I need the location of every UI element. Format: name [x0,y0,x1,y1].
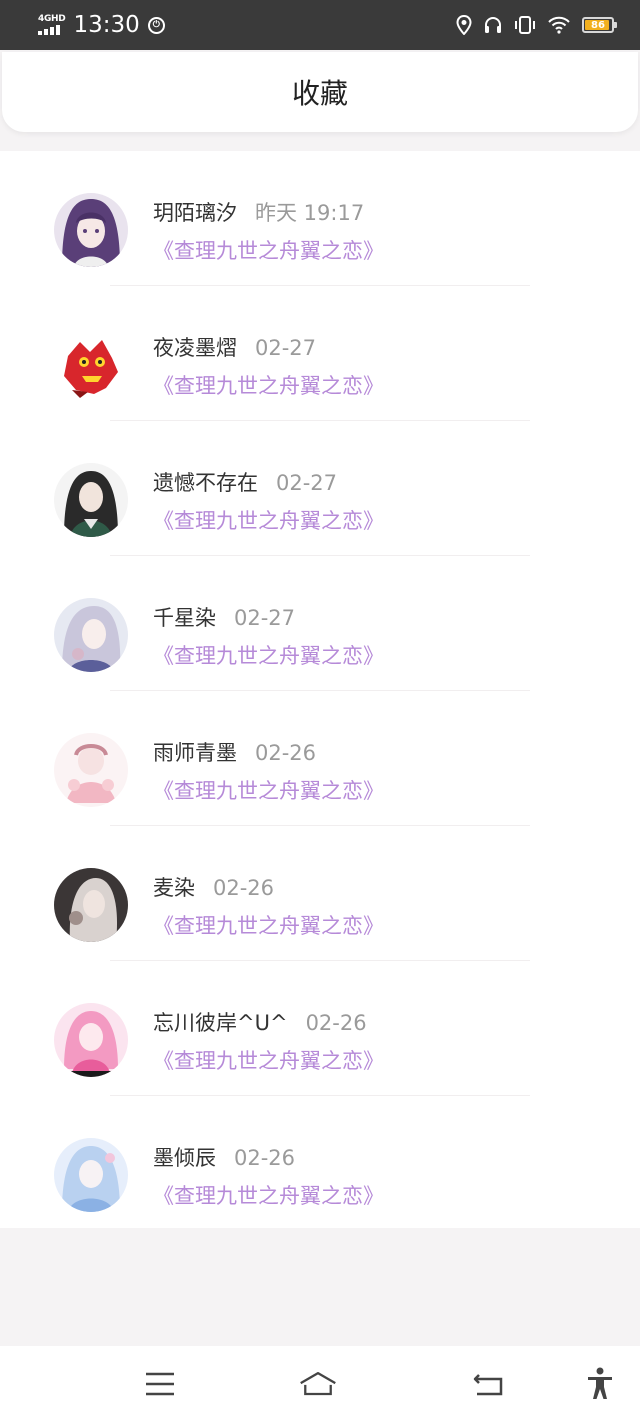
name-line: 夜凌墨熠 02-27 [153,332,316,362]
timestamp: 昨天 19:17 [255,201,365,225]
user-name[interactable]: 夜凌墨熠 [153,332,237,362]
user-name[interactable]: 雨师青墨 [153,737,237,767]
user-name[interactable]: 玥陌璃汐 [153,197,237,227]
list-item[interactable]: 墨倾辰 02-26 《查理九世之舟翼之恋》 [0,1096,640,1231]
timestamp: 02-26 [234,1146,296,1170]
vibrate-icon [515,16,535,34]
list-item[interactable]: 千星染 02-27 《查理九世之舟翼之恋》 [0,556,640,691]
user-name[interactable]: 千星染 [153,602,216,632]
list-item[interactable]: 夜凌墨熠 02-27 《查理九世之舟翼之恋》 [0,286,640,421]
accessibility-icon [588,1367,612,1399]
name-line: 玥陌璃汐 昨天 19:17 [153,197,364,227]
avatar[interactable] [54,868,128,942]
name-line: 雨师青墨 02-26 [153,737,316,767]
timestamp: 02-26 [305,1011,367,1035]
work-title[interactable]: 《查理九世之舟翼之恋》 [153,640,384,670]
user-name[interactable]: 麦染 [153,872,195,902]
battery-level: 86 [591,19,605,31]
work-title[interactable]: 《查理九世之舟翼之恋》 [153,370,384,400]
signal-icon: 4GHD [38,14,66,35]
favorites-list: 玥陌璃汐 昨天 19:17 《查理九世之舟翼之恋》 夜凌墨熠 02-27 《查理… [0,151,640,1228]
list-item[interactable]: 雨师青墨 02-26 《查理九世之舟翼之恋》 [0,691,640,826]
work-title[interactable]: 《查理九世之舟翼之恋》 [153,910,384,940]
list-item[interactable]: 玥陌璃汐 昨天 19:17 《查理九世之舟翼之恋》 [0,151,640,286]
headphones-icon [485,17,501,33]
back-button[interactable] [468,1366,508,1402]
avatar[interactable] [54,193,128,267]
avatar[interactable] [54,598,128,672]
header: 收藏 [2,52,638,132]
menu-button[interactable] [140,1366,180,1402]
system-nav-bar [0,1346,640,1422]
avatar[interactable] [54,463,128,537]
work-title[interactable]: 《查理九世之舟翼之恋》 [153,505,384,535]
name-line: 墨倾辰 02-26 [153,1142,295,1172]
user-name[interactable]: 忘川彼岸^U^ [153,1007,288,1037]
name-line: 忘川彼岸^U^ 02-26 [153,1007,367,1037]
home-icon [300,1371,336,1396]
home-button[interactable] [298,1366,338,1402]
work-title[interactable]: 《查理九世之舟翼之恋》 [153,1180,384,1210]
user-name[interactable]: 墨倾辰 [153,1142,216,1172]
page-title: 收藏 [291,77,348,110]
list-item[interactable]: 遗憾不存在 02-27 《查理九世之舟翼之恋》 [0,421,640,556]
timestamp: 02-27 [276,471,338,495]
accessibility-button[interactable] [580,1366,620,1402]
work-title[interactable]: 《查理九世之舟翼之恋》 [153,1045,384,1075]
vpn-icon: ⏻ [147,16,165,34]
avatar[interactable] [54,1003,128,1077]
timestamp: 02-26 [255,741,317,765]
battery-icon: 86 [582,17,617,33]
network-type: 4GHD [38,14,66,24]
avatar[interactable] [54,328,128,402]
name-line: 麦染 02-26 [153,872,274,902]
user-name[interactable]: 遗憾不存在 [153,467,258,497]
location-icon [456,15,472,35]
timestamp: 02-26 [213,876,275,900]
list-item[interactable]: 麦染 02-26 《查理九世之舟翼之恋》 [0,826,640,961]
work-title[interactable]: 《查理九世之舟翼之恋》 [153,235,384,265]
timestamp: 02-27 [255,336,317,360]
name-line: 遗憾不存在 02-27 [153,467,337,497]
wifi-icon [548,16,570,34]
status-left: 4GHD 13:30 ⏻ [38,12,165,38]
timestamp: 02-27 [234,606,296,630]
menu-icon [146,1372,174,1396]
work-title[interactable]: 《查理九世之舟翼之恋》 [153,775,384,805]
back-icon [473,1374,503,1396]
avatar[interactable] [54,1138,128,1212]
clock: 13:30 [73,12,140,38]
status-right: 86 [456,15,617,35]
status-bar: 4GHD 13:30 ⏻ 86 [0,0,640,50]
list-item[interactable]: 忘川彼岸^U^ 02-26 《查理九世之舟翼之恋》 [0,961,640,1096]
name-line: 千星染 02-27 [153,602,295,632]
avatar[interactable] [54,733,128,807]
